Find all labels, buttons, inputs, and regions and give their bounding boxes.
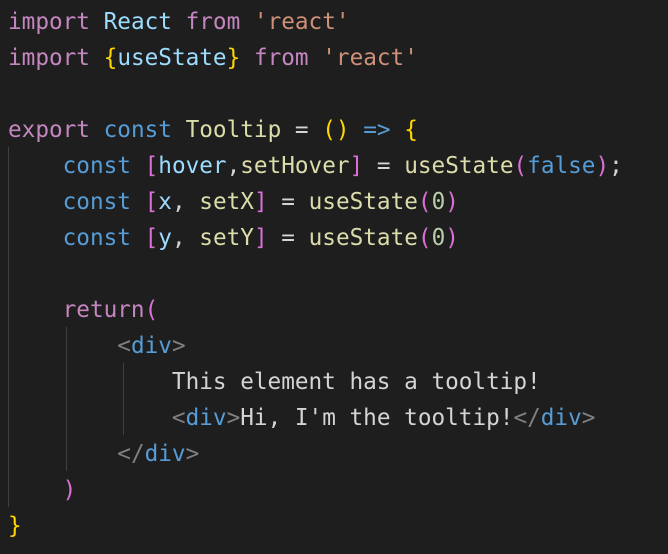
function-call: useState [308,225,418,251]
brace-open: { [404,117,418,143]
literal-number: 0 [431,225,446,251]
paren-open: ( [513,153,528,179]
code-line-13[interactable]: </div> [8,436,199,472]
paren-close: ) [445,189,459,215]
paren-open: ( [417,225,432,251]
jsx-tag-div: div [185,405,227,431]
keyword-const: const [62,153,131,179]
code-line-12[interactable]: <div>Hi, I'm the tooltip!</div> [8,400,596,436]
keyword-import: import [8,45,90,71]
string-module: 'react' [253,9,350,35]
paren-close: ) [62,477,77,503]
arrow-operator: => [363,117,391,143]
jsx-angle-close: > [581,405,596,431]
jsx-tag-div: div [540,405,582,431]
code-line-6[interactable]: const [x, setX] = useState(0) [8,184,459,220]
keyword-import: import [8,9,90,35]
brace-close: } [226,45,241,71]
paren-open: ( [144,297,159,323]
code-line-10[interactable]: <div> [8,328,186,364]
function-call: useState [308,189,418,215]
identifier-react: React [103,9,172,35]
code-editor[interactable]: import React from 'react' import {useSta… [0,0,668,554]
identifier: hover [158,153,227,179]
bracket-open: [ [144,225,159,251]
keyword-const: const [62,225,131,251]
keyword-const: const [103,117,172,143]
bracket-close: ] [349,153,364,179]
keyword-return: return [62,297,145,323]
code-line-7[interactable]: const [y, setY] = useState(0) [8,220,459,256]
jsx-angle-close: > [185,441,200,467]
bracket-open: [ [144,189,159,215]
literal-boolean: false [527,153,596,179]
brace-close: } [8,513,22,539]
code-line-1[interactable]: import React from 'react' [8,4,350,40]
code-line-9[interactable]: return( [8,292,159,328]
code-line-11[interactable]: This element has a tooltip! [8,364,541,400]
operator-equals: = [281,225,295,251]
jsx-angle-open: < [171,405,186,431]
setter-name: setHover [240,153,350,179]
bracket-open: [ [144,153,159,179]
keyword-from: from [185,9,241,35]
bracket-close: ] [253,225,268,251]
comma: , [171,189,186,215]
jsx-angle-close: > [226,405,241,431]
operator-equals: = [281,189,295,215]
identifier: y [158,225,172,251]
setter-name: setX [199,189,254,215]
operator-equals: = [376,153,391,179]
code-line-5[interactable]: const [hover,setHover] = useState(false)… [8,148,623,184]
setter-name: setY [199,225,254,251]
comma: , [171,225,186,251]
paren-close: ) [335,117,350,143]
code-line-4[interactable]: export const Tooltip = () => { [8,112,418,148]
component-name: Tooltip [185,117,282,143]
keyword-export: export [8,117,90,143]
string-module: 'react' [322,45,418,71]
brace-open: { [103,45,118,71]
paren-open: ( [322,117,336,143]
code-line-15[interactable]: } [8,508,22,544]
keyword-from: from [253,45,309,71]
operator-equals: = [294,117,309,143]
paren-open: ( [417,189,432,215]
keyword-const: const [62,189,131,215]
identifier: x [158,189,172,215]
literal-number: 0 [431,189,446,215]
jsx-angle-open: < [117,333,131,359]
jsx-closing-angle-open: </ [117,441,145,467]
comma: , [226,153,241,179]
jsx-tag-div: div [130,333,172,359]
jsx-tag-div: div [144,441,186,467]
paren-close: ) [595,153,610,179]
semicolon: ; [609,153,623,179]
code-line-14[interactable]: ) [8,472,77,508]
jsx-text: This element has a tooltip! [171,369,541,395]
jsx-angle-close: > [171,333,186,359]
jsx-closing-angle-open: </ [513,405,541,431]
bracket-close: ] [253,189,268,215]
function-call: useState [404,153,514,179]
code-line-2[interactable]: import {useState} from 'react' [8,40,418,76]
identifier-usestate: useState [117,45,227,71]
jsx-text: Hi, I'm the tooltip! [240,405,514,431]
paren-close: ) [445,225,459,251]
